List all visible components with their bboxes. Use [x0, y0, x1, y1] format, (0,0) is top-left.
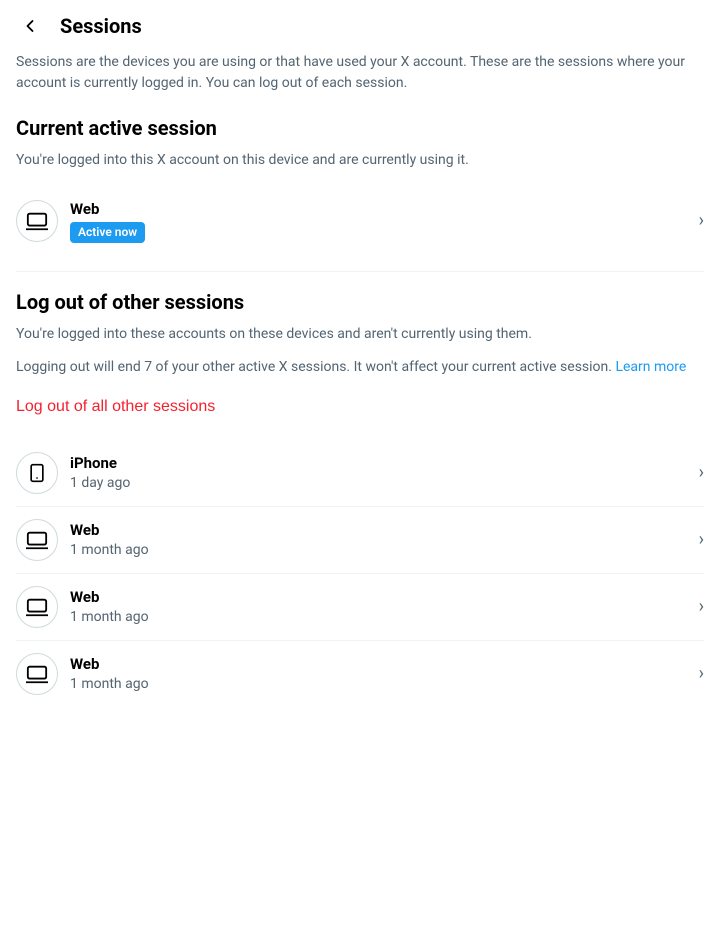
- session-device-icon-wrapper: [16, 519, 58, 561]
- current-session-info: Web Active now: [70, 199, 691, 243]
- session-chevron: ›: [699, 527, 704, 552]
- current-session-device-icon-wrapper: [16, 200, 58, 242]
- other-sessions-list: iPhone 1 day ago › Web 1 month ago ›: [16, 440, 704, 707]
- learn-more-link[interactable]: Learn more: [615, 359, 686, 375]
- session-chevron: ›: [699, 594, 704, 619]
- current-session-name: Web: [70, 199, 691, 220]
- current-active-title: Current active session: [16, 114, 704, 142]
- session-name: iPhone: [70, 453, 691, 474]
- session-info: Web 1 month ago: [70, 520, 691, 561]
- other-sessions-title: Log out of other sessions: [16, 288, 704, 316]
- current-active-description: You're logged into this X account on thi…: [16, 150, 704, 171]
- header: Sessions: [0, 0, 720, 52]
- page-title: Sessions: [60, 12, 142, 40]
- session-time: 1 day ago: [70, 474, 691, 494]
- section-divider: [16, 271, 704, 272]
- session-name: Web: [70, 520, 691, 541]
- session-item[interactable]: Web 1 month ago ›: [16, 507, 704, 574]
- session-time: 1 month ago: [70, 675, 691, 695]
- session-device-icon-wrapper: [16, 586, 58, 628]
- other-sessions-desc1: You're logged into these accounts on the…: [16, 324, 704, 345]
- session-item[interactable]: Web 1 month ago ›: [16, 574, 704, 641]
- laptop-icon: [26, 596, 48, 618]
- laptop-icon: [26, 529, 48, 551]
- session-name: Web: [70, 587, 691, 608]
- active-now-badge: Active now: [70, 222, 145, 243]
- main-content: Sessions are the devices you are using o…: [0, 52, 720, 707]
- session-device-icon-wrapper: [16, 653, 58, 695]
- intro-description: Sessions are the devices you are using o…: [16, 52, 704, 94]
- laptop-icon: [26, 210, 48, 232]
- current-session-item[interactable]: Web Active now ›: [16, 187, 704, 255]
- session-chevron: ›: [699, 661, 704, 686]
- session-time: 1 month ago: [70, 608, 691, 628]
- current-active-section: Current active session You're logged int…: [16, 114, 704, 255]
- logout-all-button[interactable]: Log out of all other sessions: [16, 390, 215, 424]
- other-sessions-desc2: Logging out will end 7 of your other act…: [16, 357, 704, 378]
- back-button[interactable]: [16, 12, 44, 40]
- session-info: Web 1 month ago: [70, 587, 691, 628]
- phone-icon: [27, 463, 47, 483]
- session-chevron: ›: [699, 460, 704, 485]
- laptop-icon: [26, 663, 48, 685]
- other-sessions-desc2-text: Logging out will end 7 of your other act…: [16, 359, 615, 375]
- session-item[interactable]: Web 1 month ago ›: [16, 641, 704, 707]
- session-info: Web 1 month ago: [70, 654, 691, 695]
- current-session-chevron: ›: [699, 208, 704, 233]
- session-device-icon-wrapper: [16, 452, 58, 494]
- session-item[interactable]: iPhone 1 day ago ›: [16, 440, 704, 507]
- other-sessions-section: Log out of other sessions You're logged …: [16, 288, 704, 707]
- session-info: iPhone 1 day ago: [70, 453, 691, 494]
- session-name: Web: [70, 654, 691, 675]
- session-time: 1 month ago: [70, 541, 691, 561]
